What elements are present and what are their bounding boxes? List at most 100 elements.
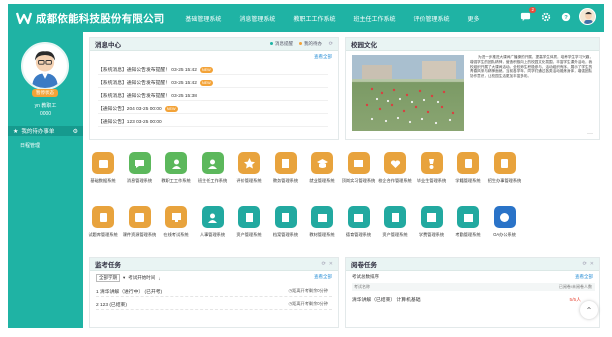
teacher-avatar-icon [32, 51, 58, 88]
app-label: OA办公系统 [493, 232, 516, 237]
graded-count: 5/5人 [569, 297, 581, 303]
crowd-photo-image [352, 55, 464, 125]
term-select[interactable]: 全部学期 [96, 274, 120, 282]
app-tile[interactable]: 招生办事管理系统 [485, 152, 525, 184]
message-button[interactable]: 2 [519, 7, 536, 23]
close-icon[interactable]: ✕ [329, 261, 333, 267]
nav-item-basic[interactable]: 基础管理系统 [176, 14, 230, 23]
countdown-text: 距离开考剩余0分钟 [292, 301, 328, 306]
app-tile[interactable]: 德育管理系统 [339, 206, 379, 238]
nav-item-message[interactable]: 消息管理系统 [230, 14, 284, 23]
app-tile[interactable]: 学费管理系统 [412, 206, 452, 238]
nav-item-headteacher[interactable]: 班主任工作系统 [344, 14, 404, 23]
app-tile[interactable]: 教材管理系统 [302, 206, 342, 238]
more-icon[interactable]: ··· [587, 131, 593, 137]
app-icon [420, 206, 443, 228]
task-name: 2 123 (已结束) [96, 302, 127, 308]
help-button[interactable]: ? [559, 10, 572, 23]
list-item[interactable]: 【系统消息】通知公告发布提醒！ 03-25 15:42 NEW [98, 65, 328, 75]
refresh-icon[interactable]: ⟳ [583, 261, 587, 267]
grading-panel: 阅卷任务 ⟳ ✕ 考试总数排序 查看全部 考试名称 已阅卷/未阅卷人数 清华讲解（… [345, 257, 600, 328]
panel-title: 消息中心 [95, 42, 121, 49]
app-icon [201, 152, 224, 174]
list-item[interactable]: 【系统消息】通知公告发布提醒！ 03-25 15:38 [98, 91, 328, 101]
refresh-icon[interactable]: ⟳ [322, 261, 326, 267]
campus-photo[interactable] [352, 55, 464, 131]
view-all-link[interactable]: 查看全部 [575, 274, 593, 280]
table-row[interactable]: 清华讲解（已结束） 计算机基础 5/5人 [352, 294, 595, 304]
app-tile[interactable]: 教务管理系统 [266, 152, 306, 184]
help-icon: ? [561, 12, 570, 21]
task-countdown: ◷距离开考剩余0分钟 [289, 301, 329, 307]
app-tile[interactable]: 顶岗实习管理系统 [339, 152, 379, 184]
list-item[interactable]: 【系统消息】通知公告发布提醒！ 03-25 15:42 NEW [98, 78, 328, 88]
sidebar-item-todo[interactable]: ★ 我的待办事单 ⚙ [8, 126, 83, 136]
app-tile[interactable]: 校企合作管理系统 [375, 152, 415, 184]
view-all-link[interactable]: 查看全部 [314, 54, 332, 60]
scroll-top-button[interactable]: ⌃ [580, 301, 598, 319]
app-tile[interactable]: 教职工工作系统 [156, 152, 196, 184]
tab-label: 消息提醒 [275, 41, 293, 46]
app-tile[interactable]: OA办公系统 [485, 206, 525, 238]
nav-item-staff[interactable]: 教职工工作系统 [284, 14, 344, 23]
exam-name: 清华讲解（已结束） 计算机基础 [352, 297, 421, 303]
nav-item-more[interactable]: 更多 [458, 14, 488, 23]
app-tile[interactable]: 班主任工作系统 [193, 152, 233, 184]
user-avatar[interactable] [579, 8, 596, 25]
table-row[interactable]: 2 123 (已结束) ◷距离开考剩余0分钟 [96, 299, 332, 310]
app-tile[interactable]: 资产管理系统 [375, 206, 415, 238]
app-tile[interactable]: 学籍管理系统 [448, 152, 488, 184]
logo[interactable]: 成都依能科技股份有限公司 [16, 10, 164, 26]
close-icon[interactable]: ✕ [590, 261, 594, 267]
app-tile[interactable]: 在线考试系统 [156, 206, 196, 238]
app-tile[interactable]: 资产管理系统 [229, 206, 269, 238]
nav-item-evaluation[interactable]: 评价管理系统 [404, 14, 458, 23]
top-bar: 成都依能科技股份有限公司 基础管理系统 消息管理系统 教职工工作系统 班主任工作… [8, 4, 604, 32]
avatar-icon [584, 11, 593, 24]
app-tile[interactable]: 考勤管理系统 [448, 206, 488, 238]
app-label: 资产管理系统 [236, 232, 262, 237]
list-item[interactable]: 【通知公告】123 03-25 00:00 [98, 117, 328, 127]
sort-icon[interactable]: ↓ [158, 276, 160, 281]
sort-label[interactable]: 考试总数排序 [352, 274, 379, 280]
tab-messages[interactable]: 消息提醒 [270, 41, 293, 47]
app-icon [274, 152, 297, 174]
view-all-link[interactable]: 查看全部 [314, 274, 332, 280]
refresh-icon[interactable]: ⟳ [329, 41, 333, 47]
column-header-count: 已阅卷/未阅卷人数 [558, 284, 592, 289]
message-center-panel: 消息中心 ⟳ 消息提醒 我的待办 查看全部 【系统消息】通知公告发布提醒！ 03… [89, 37, 339, 140]
page: 成都依能科技股份有限公司 基础管理系统 消息管理系统 教职工工作系统 班主任工作… [0, 0, 612, 337]
app-tile[interactable]: 试题库管理系统 [83, 206, 123, 238]
app-tile[interactable]: 人事管理系统 [193, 206, 233, 238]
settings-button[interactable] [539, 10, 552, 23]
app-icon [420, 152, 443, 174]
sidebar-item-label: 我的待办事单 [21, 129, 55, 135]
table-row[interactable]: 1 清华讲解（进行中） (已开考) ◷距离开考剩余0分钟 [96, 286, 332, 297]
app-icon [311, 152, 333, 174]
app-icon [457, 206, 479, 228]
new-badge: NEW [199, 66, 213, 73]
app-tile[interactable]: 就业管理系统 [302, 152, 342, 184]
app-label: 人事管理系统 [199, 232, 226, 237]
sort-label[interactable]: 考试开始时间 [128, 275, 155, 281]
list-item[interactable]: 【通知公告】204 03-25 00:00 NEW [98, 104, 328, 114]
app-tile[interactable]: 毕业生管理系统 [412, 152, 452, 184]
app-label: 学费管理系统 [418, 232, 445, 237]
app-tile[interactable]: 评价管理系统 [229, 152, 269, 184]
app-tile[interactable]: 档案管理系统 [266, 206, 306, 238]
sidebar-item-schedule[interactable]: 日程管理 [20, 142, 40, 149]
app-icon [92, 152, 114, 174]
new-badge: NEW [164, 105, 178, 112]
sidebar-gear-icon[interactable]: ⚙ [73, 128, 78, 135]
tab-dot-icon [270, 42, 273, 46]
app-label: 教材管理系统 [309, 232, 335, 237]
app-tile[interactable]: 基础数据系统 [83, 152, 123, 184]
tab-dot-icon [299, 42, 302, 46]
tab-todo[interactable]: 我的待办 [299, 41, 322, 47]
app-grid: 基础数据系统 消息管理系统 教职工工作系统 班主任工作系统 评价管理系统 教务管理系统 就业… [88, 150, 601, 253]
profile-avatar[interactable] [21, 42, 69, 90]
app-label: 校企合作管理系统 [378, 178, 412, 183]
app-tile[interactable]: 课件资源管理系统 [120, 206, 160, 238]
app-tile[interactable]: 消息管理系统 [120, 152, 160, 184]
app-icon [493, 206, 516, 228]
